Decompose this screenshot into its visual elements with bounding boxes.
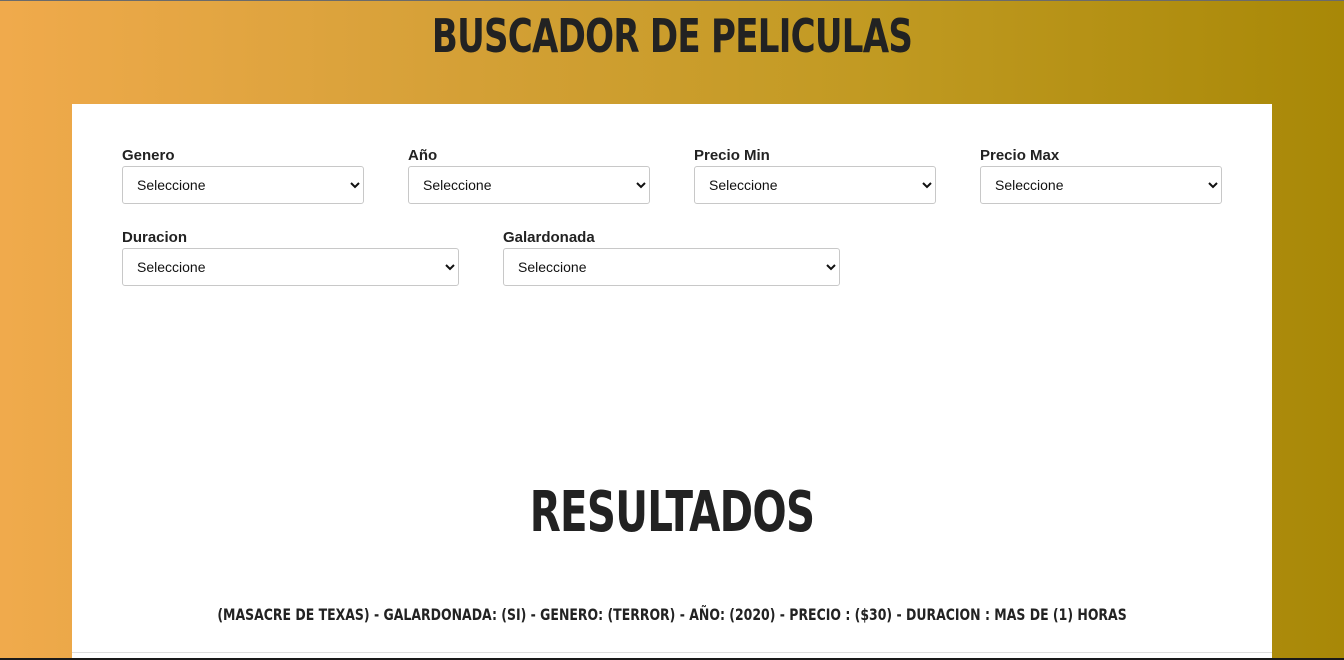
filter-genero: Genero Seleccione	[122, 147, 364, 204]
window-top-border	[0, 0, 1344, 1]
filter-anio: Año Seleccione	[408, 147, 650, 204]
precio-min-select[interactable]: Seleccione	[694, 166, 936, 204]
filter-label-galardonada: Galardonada	[503, 229, 595, 246]
genero-select[interactable]: Seleccione	[122, 166, 364, 204]
filter-label-genero: Genero	[122, 147, 175, 164]
results-title: RESULTADOS	[529, 480, 815, 545]
duracion-select[interactable]: Seleccione	[122, 248, 459, 286]
filter-label-duracion: Duracion	[122, 229, 188, 246]
filter-precio-min: Precio Min Seleccione	[694, 147, 936, 204]
panel-divider	[72, 652, 1272, 653]
anio-select[interactable]: Seleccione	[408, 166, 650, 204]
galardonada-select[interactable]: Seleccione	[503, 248, 840, 286]
page-title: BUSCADOR DE PELICULAS	[431, 9, 913, 63]
filter-label-precio-min: Precio Min	[694, 147, 770, 164]
filter-duracion: Duracion Seleccione	[122, 229, 459, 286]
filter-galardonada: Galardonada Seleccione	[503, 229, 840, 286]
filter-label-anio: Año	[408, 147, 438, 164]
filter-precio-max: Precio Max Seleccione	[980, 147, 1222, 204]
filter-label-precio-max: Precio Max	[980, 147, 1060, 164]
result-item: (MASACRE DE TEXAS) - GALARDONADA: (SI) -…	[217, 605, 1127, 624]
precio-max-select[interactable]: Seleccione	[980, 166, 1222, 204]
